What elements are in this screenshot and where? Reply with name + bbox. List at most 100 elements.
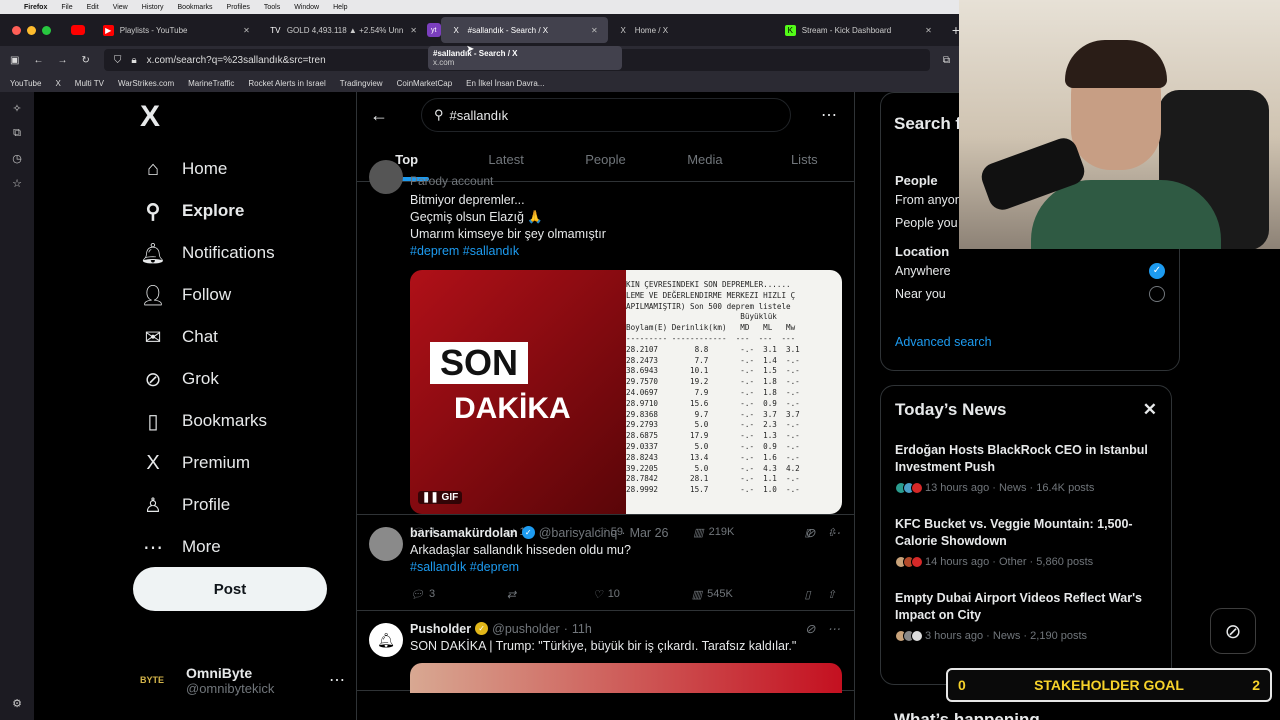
filter-anywhere[interactable]: Anywhere ✓: [895, 259, 1165, 282]
close-window-button[interactable]: [12, 25, 21, 35]
ai-chat-icon[interactable]: ✧: [12, 102, 21, 115]
tab-sallandik-search[interactable]: X #sallandık - Search / X ✕: [440, 17, 608, 43]
more-dots-icon[interactable]: ⋯: [828, 621, 841, 636]
views-button[interactable]: ▥ 545K: [692, 588, 733, 601]
youtube-pinned-icon[interactable]: [71, 25, 85, 35]
author-name[interactable]: barisamakürdolan: [410, 526, 518, 540]
synced-tabs-icon[interactable]: ⧉: [13, 127, 21, 140]
menu-bookmarks[interactable]: Bookmarks: [178, 4, 213, 11]
tweet-date[interactable]: Mar 26: [630, 526, 669, 540]
tweet[interactable]: 🔔︎ Pusholder ✓ @pusholder · 11h ⊘ ⋯ SON D…: [357, 611, 854, 693]
bookmark-x[interactable]: X: [55, 79, 60, 88]
url-text[interactable]: x.com/search?q=%23sallandık&src=tren: [147, 55, 326, 66]
author-handle[interactable]: @pusholder: [492, 622, 560, 636]
menu-profiles[interactable]: Profiles: [227, 4, 250, 11]
bookmark-rocket-alerts[interactable]: Rocket Alerts in Israel: [248, 79, 325, 88]
menu-edit[interactable]: Edit: [87, 4, 99, 11]
bookmark-coinmarketcap[interactable]: CoinMarketCap: [397, 79, 453, 88]
close-icon[interactable]: ✕: [591, 26, 598, 35]
nav-explore[interactable]: ⚲ Explore: [140, 190, 355, 232]
tab-home-x[interactable]: X Home / X: [608, 17, 775, 43]
news-item[interactable]: KFC Bucket vs. Veggie Mountain: 1,500-Ca…: [895, 516, 1157, 568]
nav-home[interactable]: ⌂ Home: [140, 148, 355, 190]
author-handle[interactable]: @barisyalcinq: [539, 526, 618, 540]
lock-icon[interactable]: 🔒︎: [131, 55, 136, 66]
filter-near-you[interactable]: Near you: [895, 282, 1165, 305]
nav-bookmarks[interactable]: ▯ Bookmarks: [140, 400, 355, 442]
reply-button[interactable]: 💬︎ 3: [410, 588, 435, 601]
share-icon[interactable]: ⇧: [827, 588, 836, 601]
forward-arrow-icon[interactable]: →: [57, 55, 67, 66]
nav-grok[interactable]: ⊘ Grok: [140, 358, 355, 400]
grok-icon[interactable]: ⊘: [805, 525, 815, 540]
search-query[interactable]: #sallandık: [450, 108, 509, 123]
zoom-window-button[interactable]: [42, 25, 51, 35]
back-arrow-icon[interactable]: ←: [33, 55, 43, 66]
grok-icon[interactable]: ⊘: [805, 621, 815, 636]
grok-floating-button[interactable]: ⊘: [1210, 608, 1256, 654]
advanced-search-link[interactable]: Advanced search: [895, 335, 1165, 349]
menu-file[interactable]: File: [61, 4, 72, 11]
repost-button[interactable]: ⇄: [507, 588, 521, 601]
sidebar-toggle-icon[interactable]: ▣: [10, 55, 19, 66]
close-icon[interactable]: ✕: [1143, 400, 1157, 420]
breaking-news-gif[interactable]: SON DAKİKA ❚❚ GIF: [410, 270, 626, 514]
back-arrow-icon[interactable]: ←: [357, 105, 401, 126]
news-item[interactable]: Empty Dubai Airport Videos Reflect War's…: [895, 590, 1157, 642]
bookmark-icon[interactable]: ▯: [805, 588, 811, 601]
nav-premium[interactable]: X Premium: [140, 442, 355, 484]
extension-icon[interactable]: yt: [426, 23, 441, 37]
tab-tradingview[interactable]: TV GOLD 4,493.118 ▲ +2.54% Unn ✕: [260, 17, 427, 43]
close-icon[interactable]: ✕: [410, 26, 417, 35]
menu-view[interactable]: View: [113, 4, 128, 11]
menu-window[interactable]: Window: [294, 4, 319, 11]
account-switcher[interactable]: BYTE OmniByte @omnibytekick ⋯: [140, 662, 345, 698]
avatar[interactable]: [369, 160, 403, 194]
bookmark-ilkel-insan[interactable]: En İlkel İnsan Davra...: [466, 79, 544, 88]
nav-more[interactable]: ⋯ More: [140, 526, 355, 568]
tab-youtube[interactable]: ▶ Playlists - YouTube ✕: [93, 17, 260, 43]
nav-chat[interactable]: ✉ Chat: [140, 316, 355, 358]
more-dots-icon[interactable]: ⋯: [821, 105, 837, 125]
gif-badge[interactable]: ❚❚ GIF: [418, 491, 463, 504]
close-icon[interactable]: ✕: [925, 26, 932, 35]
bookmark-warstrikes[interactable]: WarStrikes.com: [118, 79, 174, 88]
extensions-icon[interactable]: ⧉: [943, 55, 950, 66]
tweet[interactable]: Parody account Bitmiyor depremler... Geç…: [357, 160, 854, 539]
author-name[interactable]: Pusholder: [410, 622, 471, 636]
menu-help[interactable]: Help: [333, 4, 347, 11]
search-input[interactable]: ⚲ #sallandık: [421, 98, 791, 132]
settings-gear-icon[interactable]: ⚙: [12, 697, 22, 710]
reload-icon[interactable]: ↻: [81, 55, 89, 66]
bookmarks-star-icon[interactable]: ☆: [12, 177, 22, 190]
avatar[interactable]: [369, 527, 403, 561]
bookmark-multi-tv[interactable]: Multi TV: [75, 79, 104, 88]
tweet-hashtags[interactable]: #sallandık #deprem: [410, 559, 840, 576]
tweet-media[interactable]: [410, 663, 842, 693]
minimize-window-button[interactable]: [27, 25, 36, 35]
avatar[interactable]: 🔔︎: [369, 623, 403, 657]
menu-app-name[interactable]: Firefox: [24, 4, 47, 11]
history-icon[interactable]: ◷: [12, 152, 22, 165]
nav-follow[interactable]: 👤︎ Follow: [140, 274, 355, 316]
radio-checked-icon[interactable]: ✓: [1149, 262, 1165, 279]
nav-notifications[interactable]: 🔔︎ Notifications: [140, 232, 355, 274]
like-button[interactable]: ♡ 10: [593, 588, 620, 601]
tab-kick-dashboard[interactable]: K Stream - Kick Dashboard ✕: [775, 17, 942, 43]
bookmark-youtube[interactable]: YouTube: [10, 79, 41, 88]
news-item[interactable]: Erdoğan Hosts BlackRock CEO in Istanbul …: [895, 442, 1157, 494]
tweet[interactable]: barisamakürdolan ✓ @barisyalcinq · Mar 2…: [357, 515, 854, 611]
bookmark-tradingview[interactable]: Tradingview: [340, 79, 383, 88]
bookmark-marinetraffic[interactable]: MarineTraffic: [188, 79, 234, 88]
menu-history[interactable]: History: [142, 4, 164, 11]
menu-tools[interactable]: Tools: [264, 4, 280, 11]
x-logo-icon[interactable]: X: [140, 100, 355, 134]
more-dots-icon[interactable]: ⋯: [329, 670, 345, 690]
tweet-date[interactable]: 11h: [572, 622, 592, 636]
shield-icon[interactable]: ⛉: [114, 55, 122, 66]
tweet-hashtags[interactable]: #deprem #sallandık: [410, 243, 840, 260]
earthquake-list-image[interactable]: KIN ÇEVRESINDEKI SON DEPREMLER...... LEM…: [626, 270, 842, 514]
tweet-media[interactable]: SON DAKİKA ❚❚ GIF KIN ÇEVRESINDEKI SON D…: [410, 270, 842, 514]
post-button[interactable]: Post: [133, 567, 327, 611]
nav-profile[interactable]: ♙ Profile: [140, 484, 355, 526]
